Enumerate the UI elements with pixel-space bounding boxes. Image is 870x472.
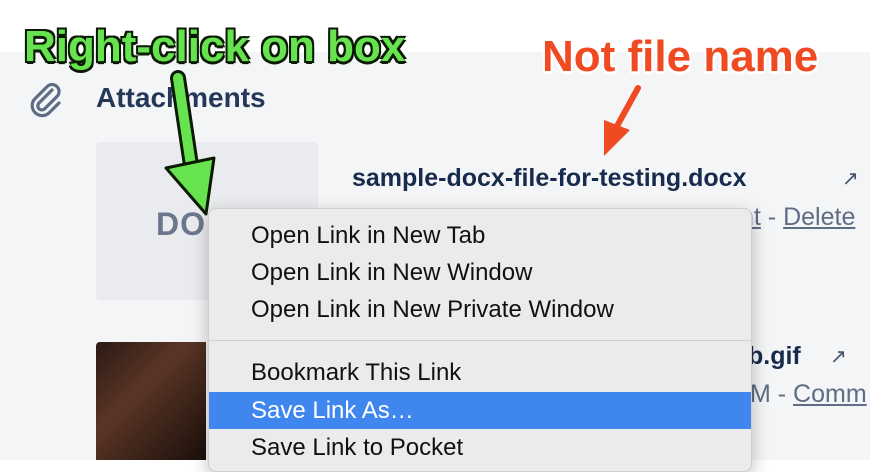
annotation-not-file-name: Not file name xyxy=(542,32,819,81)
green-arrow xyxy=(164,70,216,216)
red-arrow xyxy=(604,85,641,156)
annotation-right-click: Right-click on box xyxy=(24,22,406,71)
